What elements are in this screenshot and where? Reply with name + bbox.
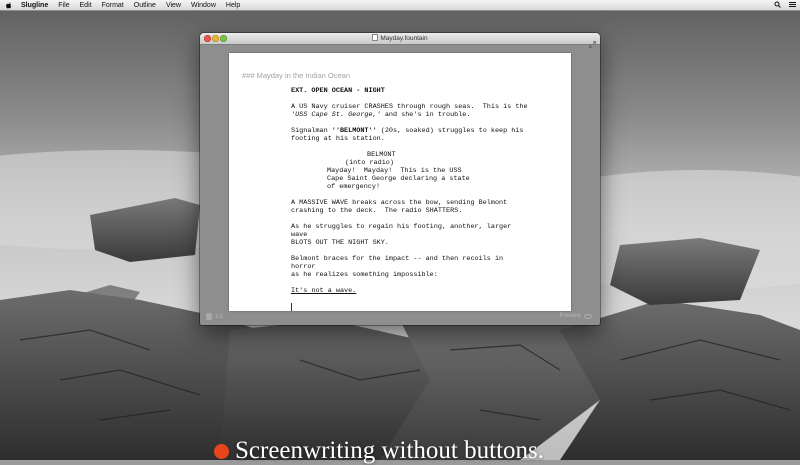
apple-menu-icon[interactable] — [5, 1, 13, 9]
action-text: and she's in trouble. — [380, 111, 471, 119]
fullscreen-icon[interactable] — [589, 35, 596, 48]
menu-format[interactable]: Format — [102, 2, 124, 9]
action-paragraph: Belmont braces for the impact -- and the… — [291, 255, 504, 279]
menu-bar: Slugline File Edit Format Outline View W… — [0, 0, 800, 11]
underlined-line: It's not a wave. — [291, 287, 357, 295]
window-titlebar[interactable]: Mayday.fountain — [200, 33, 600, 48]
spotlight-search-icon[interactable] — [774, 1, 781, 10]
dialogue: Mayday! Mayday! This is the USS Cape Sai… — [327, 167, 470, 191]
script-page[interactable]: ### Mayday in the Indian Ocean EXT. OPEN… — [229, 53, 571, 311]
promo-caption: Screenwriting without buttons. — [214, 437, 544, 465]
menu-outline[interactable]: Outline — [134, 2, 156, 9]
menu-view[interactable]: View — [166, 2, 181, 9]
character-cue: BELMONT — [367, 151, 396, 159]
menu-edit[interactable]: Edit — [80, 2, 92, 9]
menu-window[interactable]: Window — [191, 2, 216, 9]
window-title: Mayday.fountain — [200, 33, 600, 44]
document-icon — [372, 34, 379, 41]
window-status-bar: 1/1 Preview — [200, 309, 600, 325]
page-icon — [206, 313, 212, 320]
menu-app-name[interactable]: Slugline — [21, 2, 48, 9]
caption-text: Screenwriting without buttons. — [235, 437, 544, 464]
preview-toggle[interactable]: Preview — [560, 313, 592, 319]
parenthetical: (into radio) — [345, 159, 394, 167]
page-count: 1/1 — [215, 313, 224, 320]
section-heading: ### Mayday in the Indian Ocean — [242, 71, 350, 80]
bold-character-name: ''BELMONT'' — [331, 127, 377, 135]
italic-text: 'USS Cape St. George,' — [291, 111, 381, 119]
action-paragraph: Signalman ''BELMONT'' (20s, soaked) stru… — [291, 127, 531, 143]
preview-label: Preview — [559, 313, 581, 319]
action-text: Signalman — [291, 127, 332, 135]
window-title-text: Mayday.fountain — [380, 35, 428, 42]
editor-window: Mayday.fountain ### Mayday in the Indian… — [200, 33, 600, 325]
scene-heading: EXT. OPEN OCEAN - NIGHT — [291, 87, 385, 95]
menubar-extras — [774, 0, 796, 10]
action-paragraph: A US Navy cruiser CRASHES through rough … — [291, 103, 531, 119]
eye-icon — [584, 313, 592, 319]
menu-file[interactable]: File — [58, 2, 69, 9]
action-paragraph: As he struggles to regain his footing, a… — [291, 223, 512, 247]
action-text: A US Navy cruiser CRASHES through rough … — [291, 103, 532, 111]
dialogue-block: BELMONT (into radio) Mayday! Mayday! Thi… — [327, 151, 531, 191]
page-indicator: 1/1 — [206, 313, 223, 320]
red-dot-icon — [214, 443, 229, 459]
menu-help[interactable]: Help — [226, 2, 240, 9]
action-paragraph: A MASSIVE WAVE breaks across the bow, se… — [291, 199, 508, 215]
notification-list-icon[interactable] — [789, 1, 796, 10]
screenplay-text[interactable]: EXT. OPEN OCEAN - NIGHT A US Navy cruise… — [291, 87, 531, 311]
